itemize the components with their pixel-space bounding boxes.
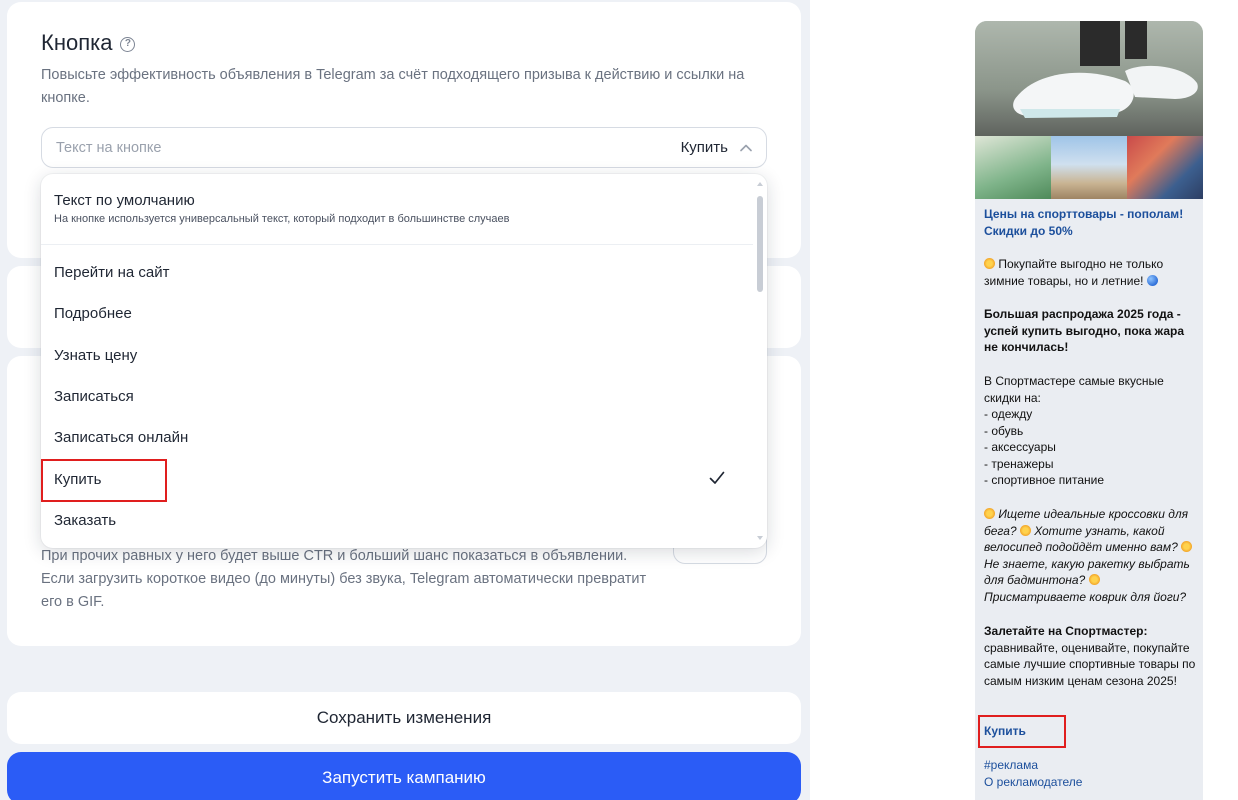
sparkles-icon [1088, 574, 1100, 585]
button-text-dropdown: Текст по умолчанию На кнопке используетс… [41, 174, 767, 548]
ad-preview-card: Цены на спорттовары - пополам! Скидки до… [975, 21, 1203, 800]
sparkles-icon [984, 508, 995, 519]
ad-headline: Большая распродажа 2025 года - успей куп… [984, 307, 1184, 354]
button-text-select[interactable]: Текст на кнопке Купить [41, 127, 767, 168]
launch-campaign-button[interactable]: Запустить кампанию [7, 752, 801, 800]
option-label: Подробнее [54, 304, 132, 322]
option-label: Купить [54, 470, 102, 488]
yoga-mat-thumbnail [1127, 136, 1203, 199]
badminton-thumbnail [975, 136, 1051, 199]
list-item: - обувь [984, 423, 1024, 438]
dropdown-option[interactable]: Перейти на сайт [41, 252, 753, 292]
sneaker-image [975, 21, 1203, 136]
default-option-title: Текст по умолчанию [54, 192, 195, 209]
option-label: Заказать [54, 511, 117, 529]
ad-questions: Ищете идеальные кроссовки для бега? Хоти… [984, 506, 1196, 605]
section-description: Повысьте эффективность объявления в Tele… [41, 67, 745, 106]
ad-title: Цены на спорттовары - пополам! Скидки до… [984, 207, 1184, 238]
question-text: Присматриваете коврик для йоги? [984, 589, 1187, 604]
scroll-up-icon[interactable] [757, 182, 763, 186]
sparkles-icon [1019, 524, 1031, 536]
ad-cta: Залетайте на Спортмастер: сравнивайте, о… [984, 623, 1196, 689]
dropdown-default-option[interactable]: Текст по умолчанию На кнопке используетс… [41, 174, 753, 225]
question-text: Не знаете, какую ракетку выбрать для бад… [984, 556, 1190, 588]
scroll-thumb[interactable] [757, 196, 763, 292]
cta-text: сравнивайте, оценивайте, покупайте самые… [984, 640, 1196, 688]
ad-hashtag[interactable]: #реклама [984, 757, 1196, 774]
list-item: - аксессуары [984, 440, 1056, 454]
dropdown-option[interactable]: Записаться онлайн [41, 417, 753, 457]
ad-button-label[interactable]: Купить [984, 723, 1196, 740]
list-item: - спортивное питание [984, 473, 1105, 487]
dropdown-option-selected[interactable]: Купить [41, 459, 753, 499]
dropdown-option[interactable]: Подробнее [41, 293, 753, 333]
cycling-thumbnail [1051, 136, 1127, 199]
chevron-up-icon [740, 144, 752, 151]
list-item: - одежду [984, 407, 1033, 421]
sparkles-icon [984, 258, 995, 269]
dropdown-option[interactable]: Записаться [41, 376, 753, 416]
ad-main-image [975, 21, 1203, 136]
globe-icon [1146, 274, 1158, 286]
list-item: - тренажеры [984, 456, 1054, 471]
option-label: Записаться онлайн [54, 428, 189, 446]
select-placeholder: Текст на кнопке [56, 139, 162, 156]
dropdown-divider [41, 244, 753, 245]
section-title-text: Кнопка [41, 30, 113, 55]
checkmark-icon [709, 471, 725, 484]
option-label: Записаться [54, 387, 134, 405]
question-circle-icon[interactable]: ? [120, 36, 136, 52]
media-hint-text: При прочих равных у него будет выше CTR … [41, 548, 647, 610]
ad-thumbnail-row [975, 136, 1203, 199]
ad-intro-text: Покупайте выгодно не только зимние товар… [984, 257, 1164, 288]
ad-list: - одежду - обувь - аксессуары - тренажер… [984, 406, 1196, 489]
default-option-subtitle: На кнопке используется универсальный тек… [54, 213, 510, 225]
dropdown-scrollbar[interactable] [753, 174, 767, 548]
scroll-down-icon[interactable] [757, 536, 763, 540]
option-label: Узнать цену [54, 346, 138, 364]
select-value: Купить [680, 139, 728, 156]
sparkles-icon [1181, 541, 1193, 552]
cta-bold: Залетайте на Спортмастер: [984, 624, 1148, 638]
section-title: Кнопка ? [41, 30, 136, 56]
option-label: Перейти на сайт [54, 263, 170, 281]
save-changes-button[interactable]: Сохранить изменения [7, 692, 801, 744]
dropdown-option[interactable]: Заказать [41, 500, 753, 540]
ad-list-intro: В Спортмастере самые вкусные скидки на: [984, 374, 1164, 405]
dropdown-option[interactable]: Узнать цену [41, 335, 753, 375]
ad-intro: Покупайте выгодно не только зимние товар… [984, 256, 1196, 289]
advertiser-link[interactable]: О рекламодателе [984, 774, 1196, 791]
